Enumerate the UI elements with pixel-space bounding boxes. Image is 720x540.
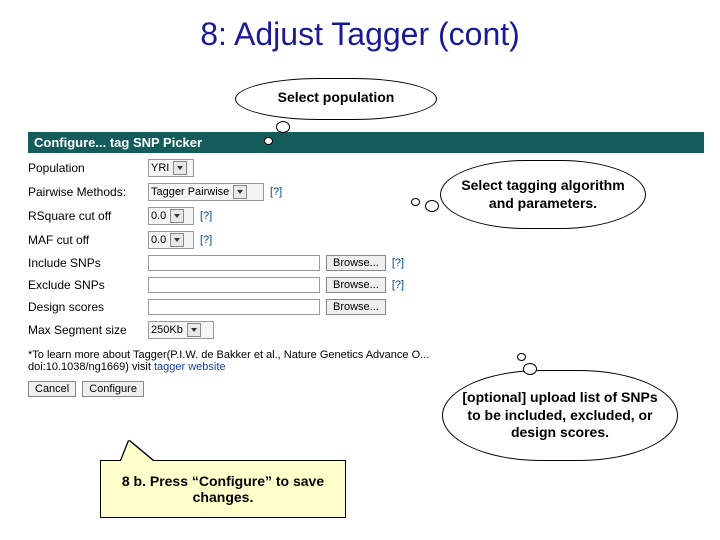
row-maf: MAF cut off 0.0 [?]	[28, 231, 588, 249]
label-rsquare: RSquare cut off	[28, 209, 148, 223]
footnote-line2: doi:10.1038/ng1669) visit	[28, 361, 154, 373]
footnote-line1: *To learn more about Tagger(P.I.W. de Ba…	[28, 349, 429, 361]
include-input[interactable]	[148, 255, 320, 271]
browse-button[interactable]: Browse...	[326, 277, 386, 293]
label-design: Design scores	[28, 300, 148, 314]
label-exclude: Exclude SNPs	[28, 278, 148, 292]
maxseg-select[interactable]: 250Kb	[148, 321, 214, 339]
design-input[interactable]	[148, 299, 320, 315]
rsquare-value: 0.0	[151, 210, 166, 222]
help-link[interactable]: [?]	[392, 279, 404, 291]
row-exclude: Exclude SNPs Browse... [?]	[28, 277, 588, 293]
help-link[interactable]: [?]	[200, 210, 212, 222]
exclude-input[interactable]	[148, 277, 320, 293]
callout-press-configure: 8 b. Press “Configure” to save changes.	[100, 460, 346, 518]
label-pairwise: Pairwise Methods:	[28, 185, 148, 199]
pairwise-select[interactable]: Tagger Pairwise	[148, 183, 264, 201]
help-link[interactable]: [?]	[200, 234, 212, 246]
label-include: Include SNPs	[28, 256, 148, 270]
chevron-down-icon	[170, 233, 184, 247]
callout-text: 8 b. Press “Configure” to save changes.	[122, 473, 324, 505]
maf-select[interactable]: 0.0	[148, 231, 194, 249]
configure-button[interactable]: Configure	[82, 381, 144, 397]
population-value: YRI	[151, 162, 169, 174]
row-include: Include SNPs Browse... [?]	[28, 255, 588, 271]
chevron-down-icon	[173, 161, 187, 175]
callout-text: [optional] upload list of SNPs to be inc…	[462, 389, 657, 440]
label-maxseg: Max Segment size	[28, 323, 148, 337]
chevron-down-icon	[233, 185, 247, 199]
callout-text: Select population	[278, 89, 395, 105]
population-select[interactable]: YRI	[148, 159, 194, 177]
rsquare-select[interactable]: 0.0	[148, 207, 194, 225]
slide-title: 8: Adjust Tagger (cont)	[0, 0, 720, 53]
pairwise-value: Tagger Pairwise	[151, 186, 229, 198]
cancel-button[interactable]: Cancel	[28, 381, 76, 397]
help-link[interactable]: [?]	[392, 257, 404, 269]
chevron-down-icon	[187, 323, 201, 337]
maf-value: 0.0	[151, 234, 166, 246]
callout-text: Select tagging algorithm and parameters.	[461, 177, 624, 211]
callout-select-algorithm: Select tagging algorithm and parameters.	[440, 160, 646, 229]
label-maf: MAF cut off	[28, 233, 148, 247]
label-population: Population	[28, 161, 148, 175]
browse-button[interactable]: Browse...	[326, 255, 386, 271]
chevron-down-icon	[170, 209, 184, 223]
row-maxseg: Max Segment size 250Kb	[28, 321, 588, 339]
browse-button[interactable]: Browse...	[326, 299, 386, 315]
tagger-website-link[interactable]: tagger website	[154, 361, 226, 373]
callout-select-population: Select population	[235, 78, 437, 120]
panel-header: Configure... tag SNP Picker	[28, 132, 704, 153]
help-link[interactable]: [?]	[270, 186, 282, 198]
callout-upload-snps: [optional] upload list of SNPs to be inc…	[442, 370, 678, 461]
footnote: *To learn more about Tagger(P.I.W. de Ba…	[28, 349, 548, 373]
row-design: Design scores Browse...	[28, 299, 588, 315]
maxseg-value: 250Kb	[151, 324, 183, 336]
